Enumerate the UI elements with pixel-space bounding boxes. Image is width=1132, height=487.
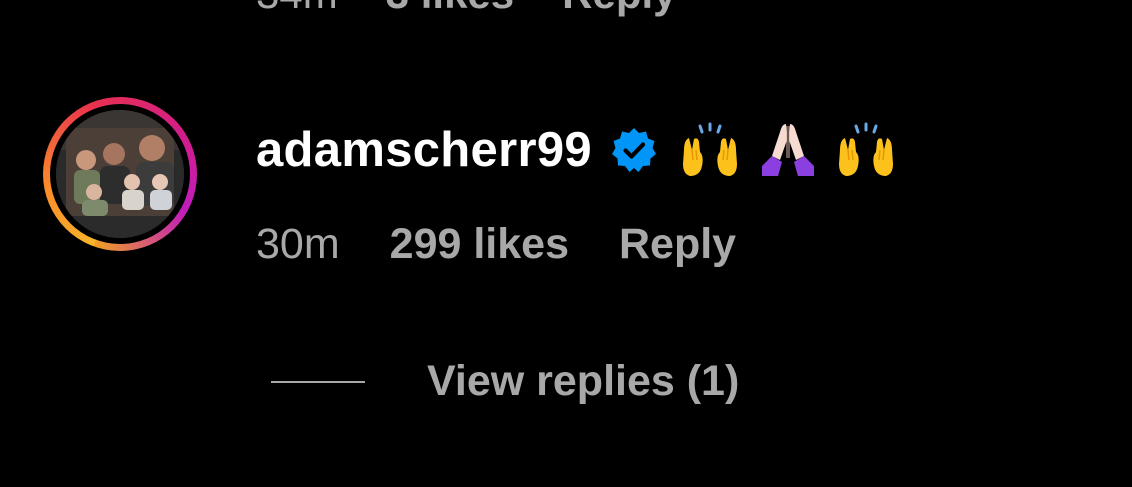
comment-meta: 30m 299 likes Reply [256, 220, 736, 269]
reply-button[interactable]: Reply [619, 220, 736, 269]
previous-comment-likes[interactable]: 3 likes [386, 0, 514, 18]
avatar [56, 110, 184, 238]
username-link[interactable]: adamscherr99 [256, 122, 592, 178]
view-replies-label: View replies (1) [427, 357, 740, 405]
previous-comment-time: 34m [256, 0, 338, 18]
raising-hands-emoji [682, 122, 737, 176]
raising-hands-emoji [838, 122, 893, 176]
comment-thread: 34m 3 likes Reply [0, 0, 1132, 487]
folded-hands-emoji [761, 124, 814, 176]
comment-likes-count[interactable]: 299 likes [390, 220, 569, 269]
comment-timestamp: 30m [256, 220, 340, 268]
verified-badge-icon [611, 128, 656, 172]
avatar-photo [56, 110, 184, 238]
comment-emojis [680, 120, 896, 180]
avatar-story-ring[interactable] [43, 97, 197, 251]
replies-divider [271, 380, 365, 383]
view-replies-button[interactable]: View replies (1) [271, 357, 739, 406]
previous-comment-reply-button[interactable]: Reply [562, 0, 676, 18]
previous-comment-meta: 34m 3 likes Reply [256, 0, 677, 18]
comment-body: adamscherr99 [256, 115, 896, 185]
